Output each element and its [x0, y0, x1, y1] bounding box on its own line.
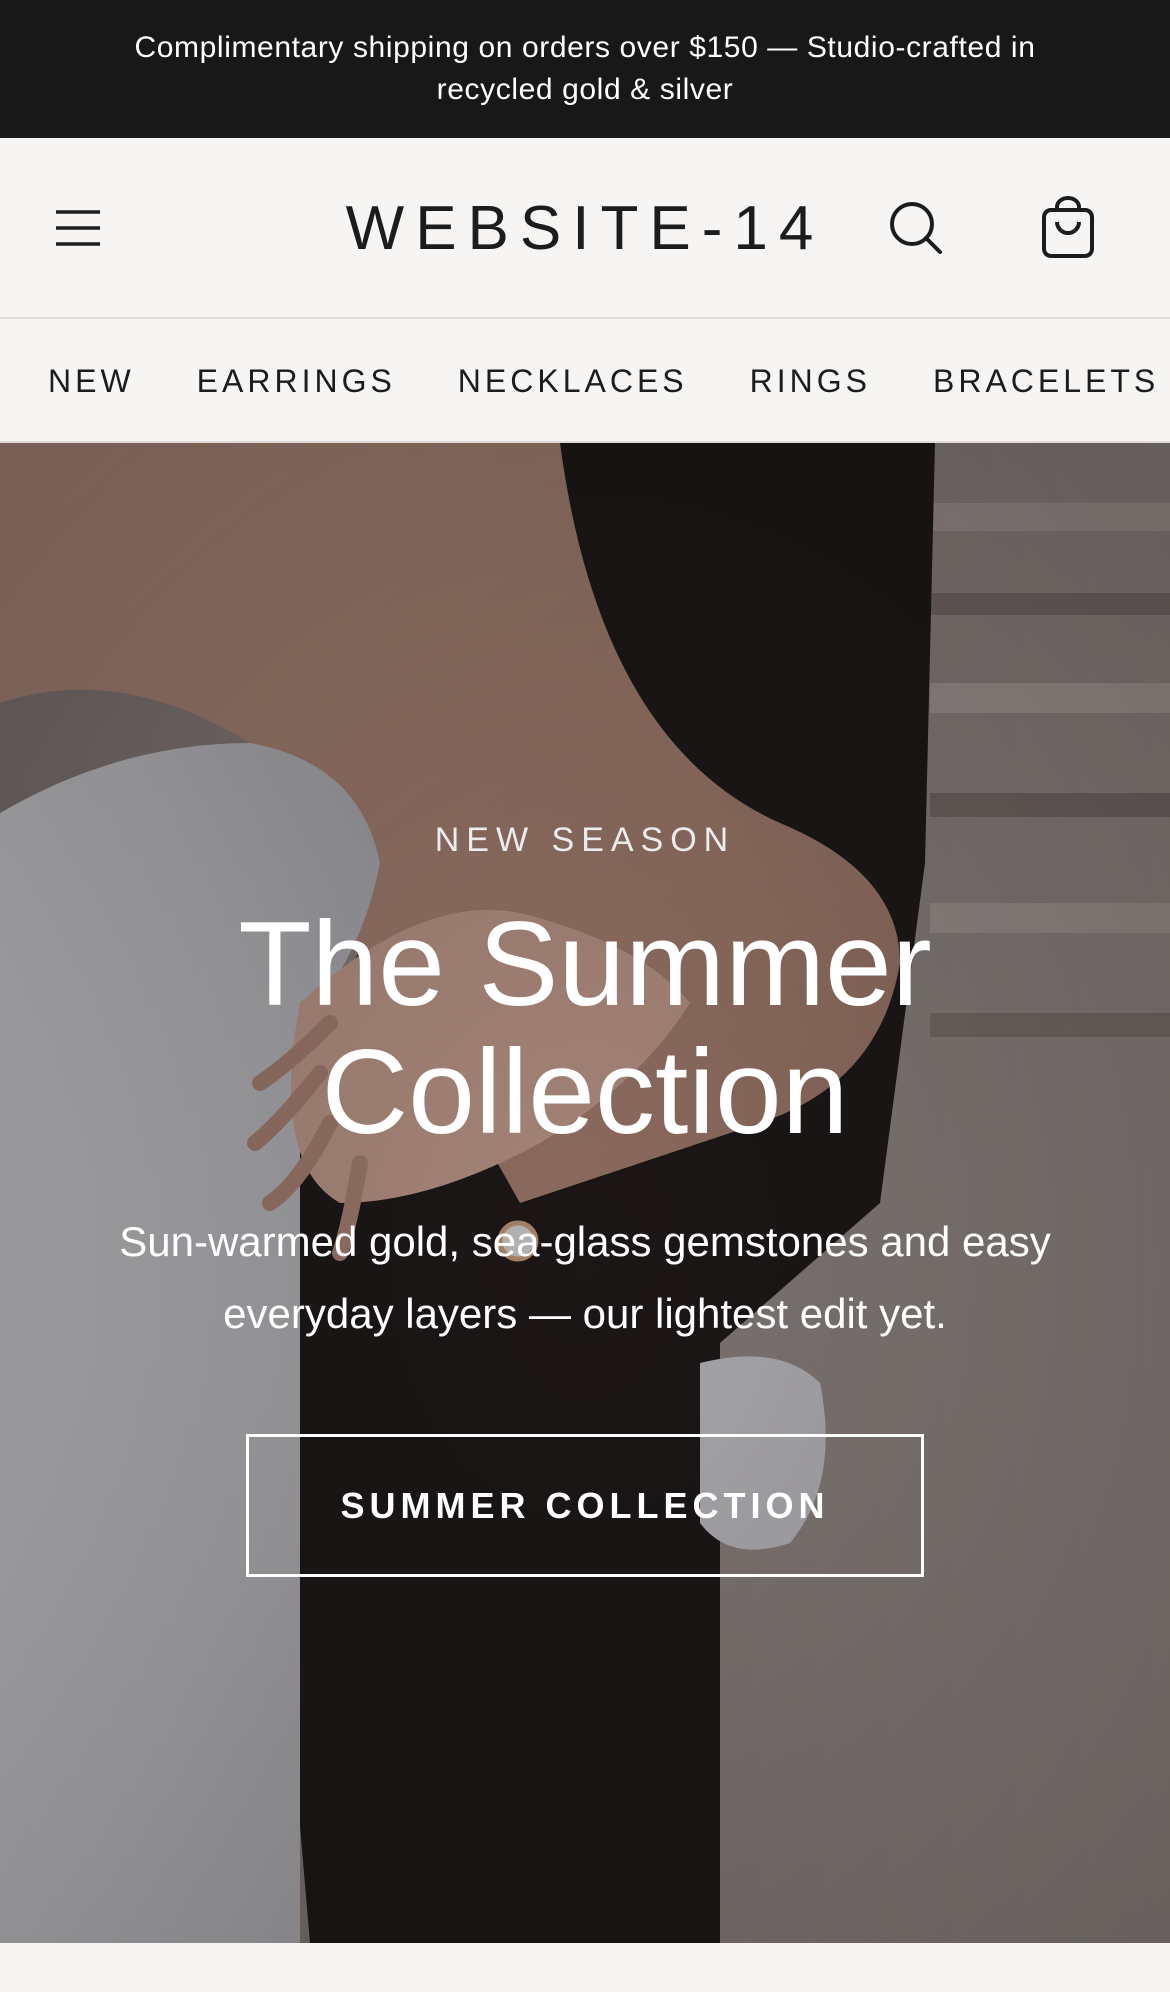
summer-collection-button[interactable]: SUMMER COLLECTION: [246, 1434, 924, 1577]
hero-eyebrow: NEW SEASON: [434, 821, 736, 859]
search-icon: [890, 202, 942, 254]
site-logo[interactable]: WEBSITE-14: [346, 193, 825, 264]
announcement-bar: Complimentary shipping on orders over $1…: [0, 0, 1170, 138]
search-button[interactable]: [888, 200, 944, 256]
cart-button[interactable]: [1040, 196, 1096, 260]
hero-image: [0, 443, 1170, 1943]
menu-button[interactable]: [54, 204, 102, 252]
logo-container: WEBSITE-14: [0, 138, 1170, 319]
category-nav: NEW EARRINGS NECKLACES RINGS BRACELETS: [0, 321, 1170, 443]
hero-title-line-2: Collection: [321, 1025, 849, 1159]
hero-banner: NEW SEASON The Summer Collection Sun-war…: [0, 443, 1170, 1943]
nav-item-earrings[interactable]: EARRINGS: [197, 363, 396, 400]
nav-item-new[interactable]: NEW: [48, 363, 135, 400]
nav-item-bracelets[interactable]: BRACELETS: [933, 363, 1159, 400]
nav-item-necklaces[interactable]: NECKLACES: [458, 363, 688, 400]
site-header: WEBSITE-14: [0, 138, 1170, 319]
nav-item-rings[interactable]: RINGS: [750, 363, 871, 400]
announcement-text: Complimentary shipping on orders over $1…: [134, 31, 1036, 106]
hero-title: The Summer Collection: [0, 900, 1170, 1156]
hero-title-line-1: The Summer: [238, 897, 932, 1031]
shopping-bag-icon: [1042, 196, 1094, 258]
hero-subtitle: Sun-warmed gold, sea-glass gemstones and…: [119, 1218, 1051, 1337]
page-bottom-strip: [0, 1943, 1170, 1992]
menu-icon: [56, 210, 100, 246]
